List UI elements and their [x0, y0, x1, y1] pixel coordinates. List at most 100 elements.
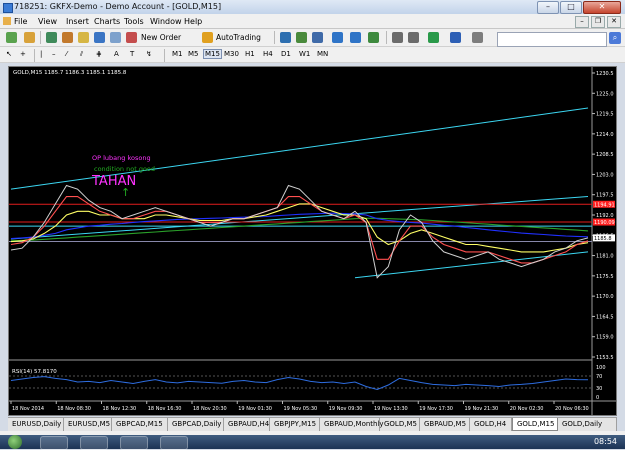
navigator-icon[interactable] [78, 32, 89, 43]
new-order-icon[interactable] [126, 32, 137, 43]
price-tag: 1185.8 [594, 236, 612, 242]
taskbar-app-browser[interactable] [80, 436, 108, 450]
terminal-icon[interactable] [94, 32, 105, 43]
menu-window[interactable]: Window [150, 17, 182, 26]
new-order-button[interactable]: New Order [141, 33, 181, 42]
taskbar-app-chrome[interactable] [120, 436, 148, 450]
text-icon[interactable]: A [114, 50, 119, 58]
price-tick-label: 1214.0 [596, 132, 614, 138]
chart-tab[interactable]: GBPAUD,Monthly [320, 418, 384, 431]
menu-file[interactable]: File [14, 17, 27, 26]
menu-view[interactable]: View [38, 17, 57, 26]
chart-tab[interactable]: GBPCAD,M15 [112, 418, 168, 431]
mdi-minimize-button[interactable]: – [575, 16, 589, 28]
indicators-icon[interactable] [428, 32, 439, 43]
price-tick-label: 1197.5 [596, 193, 614, 199]
price-tick-label: 1203.0 [596, 172, 614, 178]
zoom-out-icon[interactable] [350, 32, 361, 43]
line-chart-icon[interactable] [312, 32, 323, 43]
tf-H1[interactable]: H1 [245, 50, 255, 58]
trendline-icon[interactable]: ⁄ [66, 50, 67, 58]
horizontal-line-icon[interactable]: – [52, 50, 56, 58]
zoom-in-icon[interactable] [332, 32, 343, 43]
templates-icon[interactable] [472, 32, 483, 43]
autotrading-icon[interactable] [202, 32, 213, 43]
tf-D1[interactable]: D1 [281, 50, 291, 58]
periods-icon[interactable] [450, 32, 461, 43]
chart-tab[interactable]: EURUSD,M5 [64, 418, 112, 431]
chart-shift-icon[interactable] [392, 32, 403, 43]
time-tick-label: 20 Nov 06:30 [555, 406, 589, 412]
vertical-line-icon[interactable]: | [40, 50, 42, 58]
crosshair-icon[interactable]: + [20, 50, 26, 58]
chart-tab[interactable]: GBPJPY,M15 [270, 418, 320, 431]
market-watch-icon[interactable] [46, 32, 57, 43]
time-tick-label: 19 Nov 01:30 [238, 406, 272, 412]
menu-charts[interactable]: Charts [94, 17, 120, 26]
search-icon[interactable]: ⌕ [609, 32, 621, 44]
tf-H4[interactable]: H4 [263, 50, 273, 58]
tile-windows-icon[interactable] [368, 32, 379, 43]
chart-area[interactable]: 1230.5 1225.0 1219.5 1214.0 1208.5 1203.0 1197… [8, 66, 617, 416]
bar-chart-icon[interactable] [280, 32, 291, 43]
annotation-op: OP lubang kosong [92, 154, 151, 162]
close-button[interactable]: ✕ [583, 1, 621, 14]
price-tick-label: 1219.5 [596, 112, 614, 118]
text-label-icon[interactable]: T [130, 50, 134, 58]
mdi-controls: – ❐ ✕ [575, 16, 621, 28]
mdi-restore-button[interactable]: ❐ [591, 16, 605, 28]
data-window-icon[interactable] [62, 32, 73, 43]
price-tick-label: 1225.0 [596, 91, 614, 97]
time-tick-label: 18 Nov 20:30 [193, 406, 227, 412]
price-tick-label: 1181.0 [596, 254, 614, 260]
chart-tab[interactable]: GOLD,M5 [380, 418, 420, 431]
autotrading-button[interactable]: AutoTrading [216, 33, 261, 42]
tester-icon[interactable] [110, 32, 121, 43]
windows-taskbar: 08:54 [0, 435, 625, 450]
arrows-icon[interactable]: ↯ [146, 50, 152, 58]
menu-bar: File View Insert Charts Tools Window Hel… [0, 14, 625, 29]
trendlines [10, 107, 589, 279]
auto-scroll-icon[interactable] [408, 32, 419, 43]
candlesticks-icon[interactable] [296, 32, 307, 43]
price-tag: 1190.09 [594, 220, 615, 226]
search-input[interactable] [497, 32, 607, 47]
start-orb-icon[interactable] [8, 435, 22, 449]
tf-M30[interactable]: M30 [224, 50, 239, 58]
chart-tab[interactable]: GOLD,M15 [512, 418, 558, 431]
tf-M1[interactable]: M1 [172, 50, 183, 58]
chart-tab[interactable]: GBPCAD,Daily [168, 418, 224, 431]
rsi-tick-label: 100 [596, 365, 606, 371]
tf-M5[interactable]: M5 [188, 50, 199, 58]
equidistant-channel-icon[interactable]: ⫽ [80, 50, 83, 59]
maximize-button[interactable]: □ [560, 1, 582, 14]
taskbar-app-explorer[interactable] [40, 436, 68, 450]
time-tick-label: 18 Nov 08:30 [57, 406, 91, 412]
rsi-tick-label: 70 [596, 374, 602, 380]
trendline-1 [10, 196, 589, 240]
menu-tools[interactable]: Tools [124, 17, 144, 26]
minimize-button[interactable]: – [537, 1, 559, 14]
taskbar-app-metatrader[interactable] [160, 436, 188, 450]
chart-tab[interactable]: GOLD,H4 [470, 418, 512, 431]
tf-M15[interactable]: M15 [203, 49, 222, 59]
chart-tab[interactable]: GOLD,Daily [558, 418, 617, 431]
tf-MN[interactable]: MN [317, 50, 328, 58]
menu-help[interactable]: Help [184, 17, 202, 26]
menu-insert[interactable]: Insert [66, 17, 89, 26]
chart-tab[interactable]: EURUSD,Daily [8, 418, 64, 431]
chart-tab[interactable]: GBPAUD,M5 [420, 418, 470, 431]
fibonacci-icon[interactable]: ⋕ [96, 50, 102, 58]
price-tick-label: 1230.5 [596, 71, 614, 77]
new-chart-icon[interactable] [6, 32, 17, 43]
time-tick-label: 20 Nov 02:30 [510, 406, 544, 412]
series-line-2 [10, 203, 589, 253]
profiles-icon[interactable] [24, 32, 35, 43]
time-tick-label: 19 Nov 17:30 [419, 406, 453, 412]
tf-W1[interactable]: W1 [299, 50, 310, 58]
chart-tab[interactable]: GBPAUD,H4 [224, 418, 270, 431]
cursor-icon[interactable]: ↖ [6, 50, 12, 58]
rsi-tick-label: 0 [596, 395, 599, 401]
mdi-close-button[interactable]: ✕ [607, 16, 621, 28]
rsi-tick-label: 30 [596, 386, 602, 392]
